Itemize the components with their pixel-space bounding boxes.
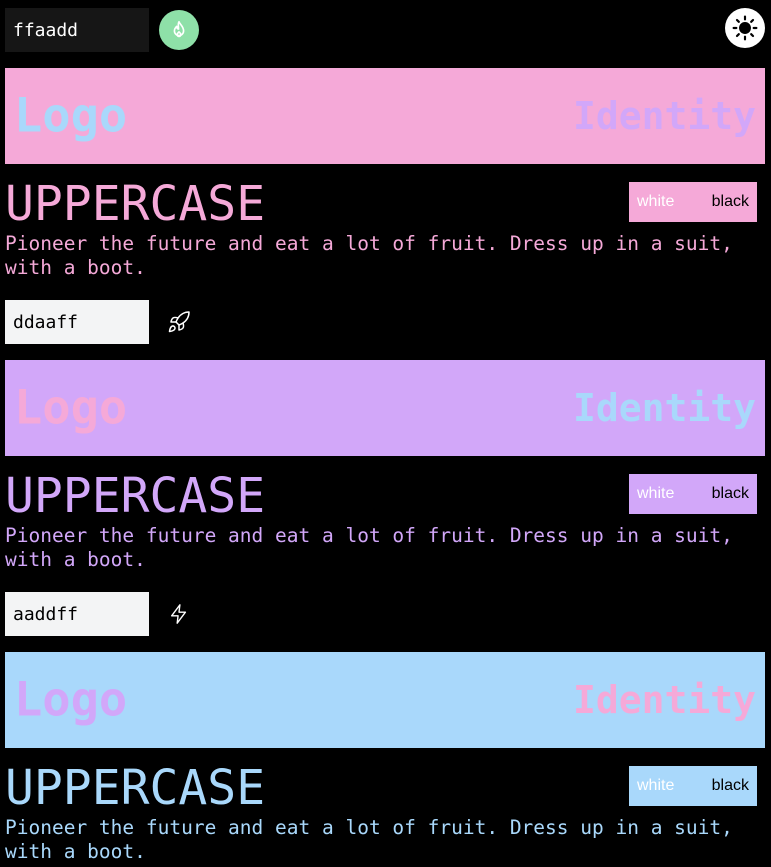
banner-logo: Logo — [14, 380, 128, 436]
contrast-white-label: white — [637, 777, 675, 794]
palette-sample-text: Pioneer the future and eat a lot of frui… — [5, 524, 733, 571]
palette-sample-text: Pioneer the future and eat a lot of frui… — [5, 232, 733, 279]
banner-identity: Identity — [572, 386, 756, 430]
lightning-button[interactable] — [165, 600, 193, 628]
contrast-white-label: white — [637, 485, 675, 502]
banner-logo: Logo — [14, 88, 128, 144]
banner-logo: Logo — [14, 672, 128, 728]
flame-button[interactable] — [159, 10, 199, 50]
contrast-black-label: black — [711, 193, 749, 210]
palette-banner: Logo Identity — [5, 68, 765, 164]
banner-identity: Identity — [572, 94, 756, 138]
rocket-button[interactable] — [165, 308, 193, 336]
contrast-preview: white black — [629, 474, 757, 514]
contrast-black-label: black — [711, 777, 749, 794]
contrast-preview: white black — [629, 766, 757, 806]
palette-color-input[interactable] — [5, 300, 149, 344]
palette-heading: UPPERCASE — [5, 176, 266, 232]
flame-icon — [173, 20, 185, 38]
palette-heading: UPPERCASE — [5, 760, 266, 816]
palette-color-input[interactable] — [5, 592, 149, 636]
lightning-icon — [170, 604, 187, 624]
rocket-icon — [168, 311, 190, 333]
palette-banner: Logo Identity — [5, 652, 765, 748]
sun-icon — [732, 15, 758, 41]
contrast-preview: white black — [629, 182, 757, 222]
palette-banner: Logo Identity — [5, 360, 765, 456]
palette-heading: UPPERCASE — [5, 468, 266, 524]
theme-toggle-button[interactable] — [725, 8, 765, 48]
color-input[interactable] — [5, 8, 149, 52]
contrast-white-label: white — [637, 193, 675, 210]
contrast-black-label: black — [711, 485, 749, 502]
banner-identity: Identity — [572, 678, 756, 722]
palette-sample-text: Pioneer the future and eat a lot of frui… — [5, 816, 733, 863]
